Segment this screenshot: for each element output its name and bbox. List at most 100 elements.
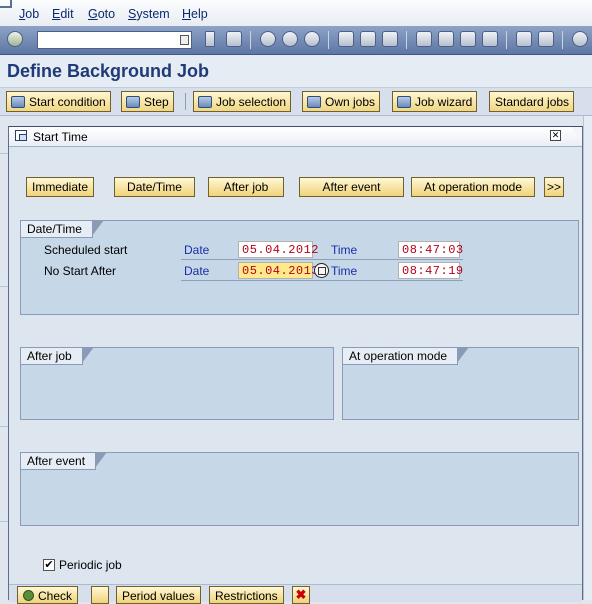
after-job-group-title: After job xyxy=(21,347,94,365)
datetime-group-title: Date/Time xyxy=(21,220,104,238)
own-jobs-label: Own jobs xyxy=(325,95,376,109)
after-event-group: After event xyxy=(20,452,579,526)
menu-system[interactable]: System xyxy=(128,7,170,21)
next-page-icon[interactable] xyxy=(460,31,476,47)
start-condition-button[interactable]: Start condition xyxy=(6,91,111,112)
application-toolbar: Start condition Step Job selection Own j… xyxy=(0,88,592,116)
cancel-icon[interactable] xyxy=(304,31,320,47)
save-icon[interactable] xyxy=(91,586,109,604)
menu-help[interactable]: Help xyxy=(182,7,208,21)
check-ok-icon xyxy=(23,590,34,601)
enter-check-icon[interactable] xyxy=(7,31,23,47)
back-icon[interactable] xyxy=(260,31,276,47)
date-value-help-icon[interactable] xyxy=(314,263,329,278)
menu-goto[interactable]: Goto xyxy=(88,7,115,21)
operation-mode-group: At operation mode xyxy=(342,347,579,420)
periodic-job-label: Periodic job xyxy=(59,558,122,572)
title-bar: Define Background Job xyxy=(0,55,592,88)
find-icon[interactable] xyxy=(360,31,376,47)
title-corner-decoration xyxy=(572,127,582,146)
back-arrow-icon[interactable] xyxy=(205,31,215,47)
command-field[interactable] xyxy=(37,31,192,49)
date-time-button[interactable]: Date/Time xyxy=(114,177,195,197)
after-job-group: After job xyxy=(20,347,334,420)
scheduled-start-label: Scheduled start xyxy=(44,243,128,257)
operation-mode-group-title: At operation mode xyxy=(343,347,470,365)
scheduled-start-date-field[interactable]: 05.04.2012 xyxy=(238,241,319,258)
no-start-after-label: No Start After xyxy=(44,264,117,278)
help-icon[interactable] xyxy=(572,31,588,47)
menu-bar: Job Edit Goto System Help xyxy=(0,0,592,26)
own-jobs-icon xyxy=(307,96,321,108)
job-selection-icon xyxy=(198,96,212,108)
row-divider xyxy=(181,259,463,260)
no-start-after-date-label: Date xyxy=(184,264,210,278)
step-label: Step xyxy=(144,95,169,109)
job-selection-button[interactable]: Job selection xyxy=(193,91,292,112)
cancel-icon[interactable]: ✖ xyxy=(292,586,310,604)
command-dropdown-icon[interactable] xyxy=(180,35,189,45)
background-right-edge xyxy=(583,116,592,600)
toolbar-separator xyxy=(406,31,407,49)
window-icon xyxy=(15,130,27,141)
close-icon[interactable]: ✕ xyxy=(550,130,561,141)
last-page-icon[interactable] xyxy=(482,31,498,47)
standard-jobs-button[interactable]: Standard jobs xyxy=(489,91,575,112)
toolbar-separator xyxy=(250,31,251,49)
scheduled-start-date-label: Date xyxy=(184,243,210,257)
after-event-group-title: After event xyxy=(21,452,108,470)
divider xyxy=(0,521,8,522)
toolbar-separator xyxy=(185,93,186,110)
check-button[interactable]: Check xyxy=(17,586,79,604)
step-icon xyxy=(126,96,140,108)
start-time-dialog: Start Time ✕ Immediate Date/Time After j… xyxy=(8,126,583,604)
toolbar-separator xyxy=(328,31,329,49)
job-wizard-button[interactable]: Job wizard xyxy=(392,91,478,112)
more-options-button[interactable]: >> xyxy=(544,177,564,197)
after-job-button[interactable]: After job xyxy=(208,177,284,197)
print-icon[interactable] xyxy=(338,31,354,47)
divider xyxy=(0,153,8,154)
after-event-button[interactable]: After event xyxy=(299,177,404,197)
periodic-job-checkbox[interactable]: ✔ xyxy=(43,559,55,571)
system-toolbar xyxy=(0,26,592,55)
save-icon[interactable] xyxy=(226,31,242,47)
restrictions-button[interactable]: Restrictions xyxy=(209,586,284,604)
menu-edit[interactable]: Edit xyxy=(52,7,74,21)
dialog-button-bar: Check Period values Restrictions ✖ xyxy=(9,584,582,604)
step-button[interactable]: Step xyxy=(121,91,174,112)
immediate-button[interactable]: Immediate xyxy=(26,177,94,197)
new-session-icon[interactable] xyxy=(516,31,532,47)
sap-logo-icon xyxy=(0,0,12,8)
job-wizard-label: Job wizard xyxy=(415,95,473,109)
start-condition-label: Start condition xyxy=(29,95,106,109)
period-values-button[interactable]: Period values xyxy=(116,586,201,604)
wizard-wand-icon xyxy=(397,96,411,108)
dialog-title: Start Time xyxy=(33,130,88,144)
find-next-icon[interactable] xyxy=(382,31,398,47)
row-divider xyxy=(181,280,463,281)
scheduled-start-time-field[interactable]: 08:47:03 xyxy=(398,241,463,258)
at-operation-mode-button[interactable]: At operation mode xyxy=(411,177,535,197)
job-selection-label: Job selection xyxy=(216,95,287,109)
first-page-icon[interactable] xyxy=(416,31,432,47)
menu-job[interactable]: Job xyxy=(19,7,39,21)
no-start-after-date-field[interactable]: 05.04.2013 xyxy=(238,262,319,279)
toolbar-separator xyxy=(562,31,563,49)
own-jobs-button[interactable]: Own jobs xyxy=(302,91,381,112)
divider xyxy=(0,286,8,287)
divider xyxy=(0,426,8,427)
shortcut-icon[interactable] xyxy=(538,31,554,47)
scheduled-start-time-label: Time xyxy=(331,243,358,257)
page-title: Define Background Job xyxy=(7,61,210,81)
no-start-after-time-label: Time xyxy=(331,264,358,278)
no-start-after-time-field[interactable]: 08:47:19 xyxy=(398,262,463,279)
standard-jobs-label: Standard jobs xyxy=(495,95,570,109)
flag-icon xyxy=(11,96,25,108)
previous-page-icon[interactable] xyxy=(438,31,454,47)
toolbar-separator xyxy=(506,31,507,49)
datetime-group: Date/Time Scheduled start Date 05.04.201… xyxy=(20,220,579,315)
dialog-title-bar: Start Time ✕ xyxy=(9,127,582,147)
exit-icon[interactable] xyxy=(282,31,298,47)
check-label: Check xyxy=(38,589,73,603)
